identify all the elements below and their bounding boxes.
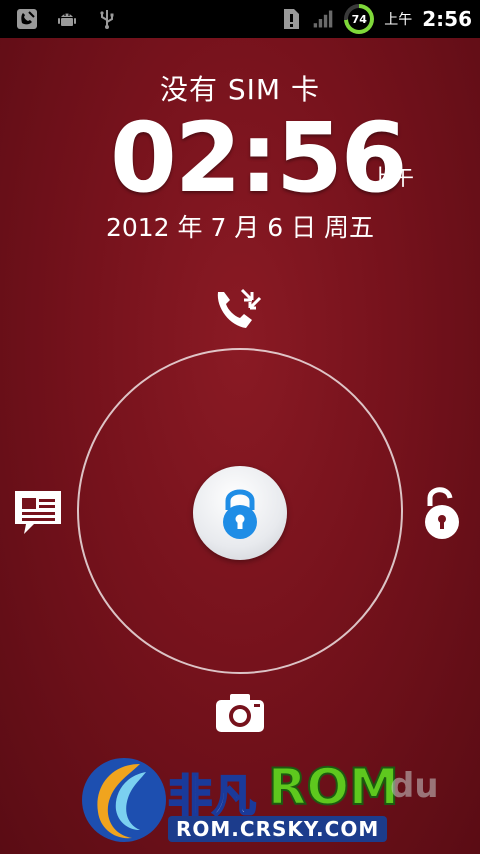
android-debug-icon (56, 8, 78, 30)
message-target[interactable] (12, 488, 64, 536)
unlock-icon (425, 487, 459, 539)
status-time: 2:56 (422, 7, 472, 31)
phone-icon (217, 288, 262, 328)
battery-indicator: 74 (344, 4, 375, 34)
phone-missed-icon (16, 8, 38, 30)
lock-icon (223, 489, 257, 539)
watermark-extra: du (390, 766, 439, 806)
clock-ampm: 上午 (370, 166, 415, 191)
watermark-brand-rom: ROM (267, 757, 400, 817)
alert-icon (280, 8, 302, 30)
battery-level: 74 (348, 8, 371, 30)
signal-icon (312, 8, 334, 30)
date-label: 2012 年 7 月 6 日 周五 (105, 213, 375, 242)
status-bar: 74 上午 2:56 (0, 0, 480, 38)
watermark-brand-cn: 非凡 (167, 770, 257, 823)
camera-icon (216, 694, 264, 732)
phone-target[interactable] (210, 284, 266, 336)
camera-target[interactable] (212, 690, 268, 736)
usb-icon (96, 8, 118, 30)
lock-handle[interactable] (193, 466, 287, 560)
status-ampm: 上午 (384, 12, 413, 28)
unlock-target[interactable] (418, 484, 466, 540)
watermark-url: ROM.CRSKY.COM (168, 816, 388, 842)
crsky-logo-icon (82, 758, 166, 842)
watermark: 非凡 ROM ROM.CRSKY.COM du (80, 752, 480, 848)
clock: 02:56 (110, 102, 408, 214)
message-icon (15, 491, 61, 534)
